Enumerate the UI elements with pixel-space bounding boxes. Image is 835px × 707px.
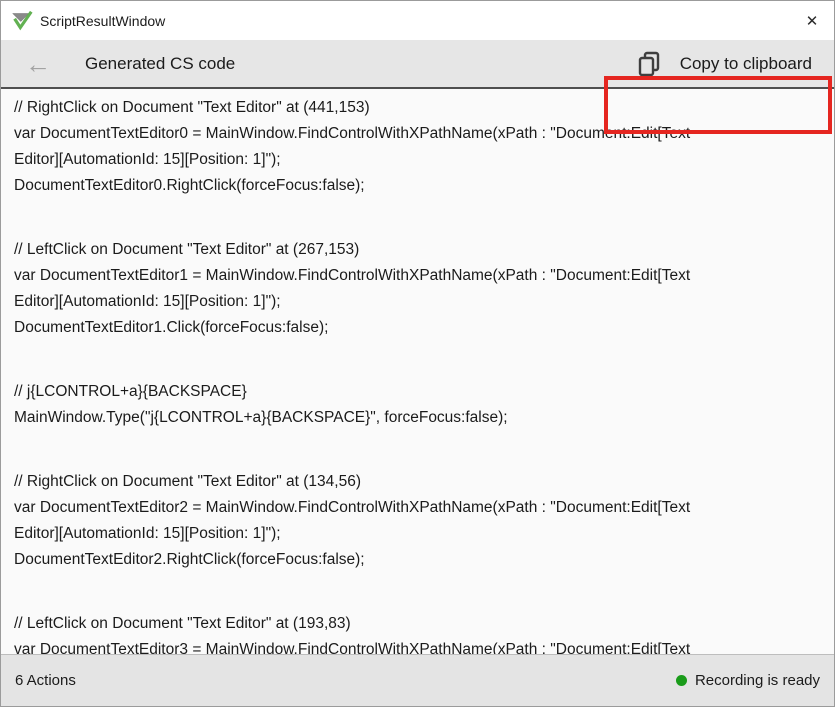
generated-code-area[interactable]: // RightClick on Document "Text Editor" … [1,89,834,654]
header-bar: ← Generated CS code Copy to clipboard [1,40,834,89]
app-logo-icon [12,10,33,31]
actions-count: 6 Actions [15,672,76,689]
code-block: // RightClick on Document "Text Editor" … [14,95,834,199]
code-line: // RightClick on Document "Text Editor" … [14,469,834,495]
window-title: ScriptResultWindow [40,13,165,29]
copy-button-label: Copy to clipboard [680,54,812,74]
code-line: // j{LCONTROL+a}{BACKSPACE} [14,379,834,405]
code-line: var DocumentTextEditor3 = MainWindow.Fin… [14,637,834,654]
code-line: Editor][AutomationId: 15][Position: 1]")… [14,289,834,315]
code-line: DocumentTextEditor2.RightClick(forceFocu… [14,547,834,573]
title-bar: ScriptResultWindow ✕ [1,1,834,40]
code-line: // RightClick on Document "Text Editor" … [14,95,834,121]
recording-status: Recording is ready [676,672,820,689]
code-line: DocumentTextEditor0.RightClick(forceFocu… [14,173,834,199]
code-line: Editor][AutomationId: 15][Position: 1]")… [14,147,834,173]
code-line: var DocumentTextEditor2 = MainWindow.Fin… [14,495,834,521]
code-block: // LeftClick on Document "Text Editor" a… [14,237,834,341]
code-line: // LeftClick on Document "Text Editor" a… [14,237,834,263]
code-block: // LeftClick on Document "Text Editor" a… [14,611,834,654]
green-status-dot-icon [676,675,687,686]
back-arrow-icon[interactable]: ← [25,51,51,77]
close-icon[interactable]: ✕ [790,1,834,40]
code-line: var DocumentTextEditor0 = MainWindow.Fin… [14,121,834,147]
code-block: // RightClick on Document "Text Editor" … [14,469,834,573]
code-line: MainWindow.Type("j{LCONTROL+a}{BACKSPACE… [14,405,834,431]
copy-pages-icon [637,50,663,78]
code-block: // j{LCONTROL+a}{BACKSPACE}MainWindow.Ty… [14,379,834,431]
code-line: DocumentTextEditor1.Click(forceFocus:fal… [14,315,834,341]
script-result-window: ScriptResultWindow ✕ ← Generated CS code… [0,0,835,707]
page-title: Generated CS code [85,54,235,74]
copy-to-clipboard-button[interactable]: Copy to clipboard [637,50,812,78]
status-text: Recording is ready [695,672,820,689]
code-line: // LeftClick on Document "Text Editor" a… [14,611,834,637]
code-line: var DocumentTextEditor1 = MainWindow.Fin… [14,263,834,289]
code-line: Editor][AutomationId: 15][Position: 1]")… [14,521,834,547]
status-bar: 6 Actions Recording is ready [1,654,834,706]
